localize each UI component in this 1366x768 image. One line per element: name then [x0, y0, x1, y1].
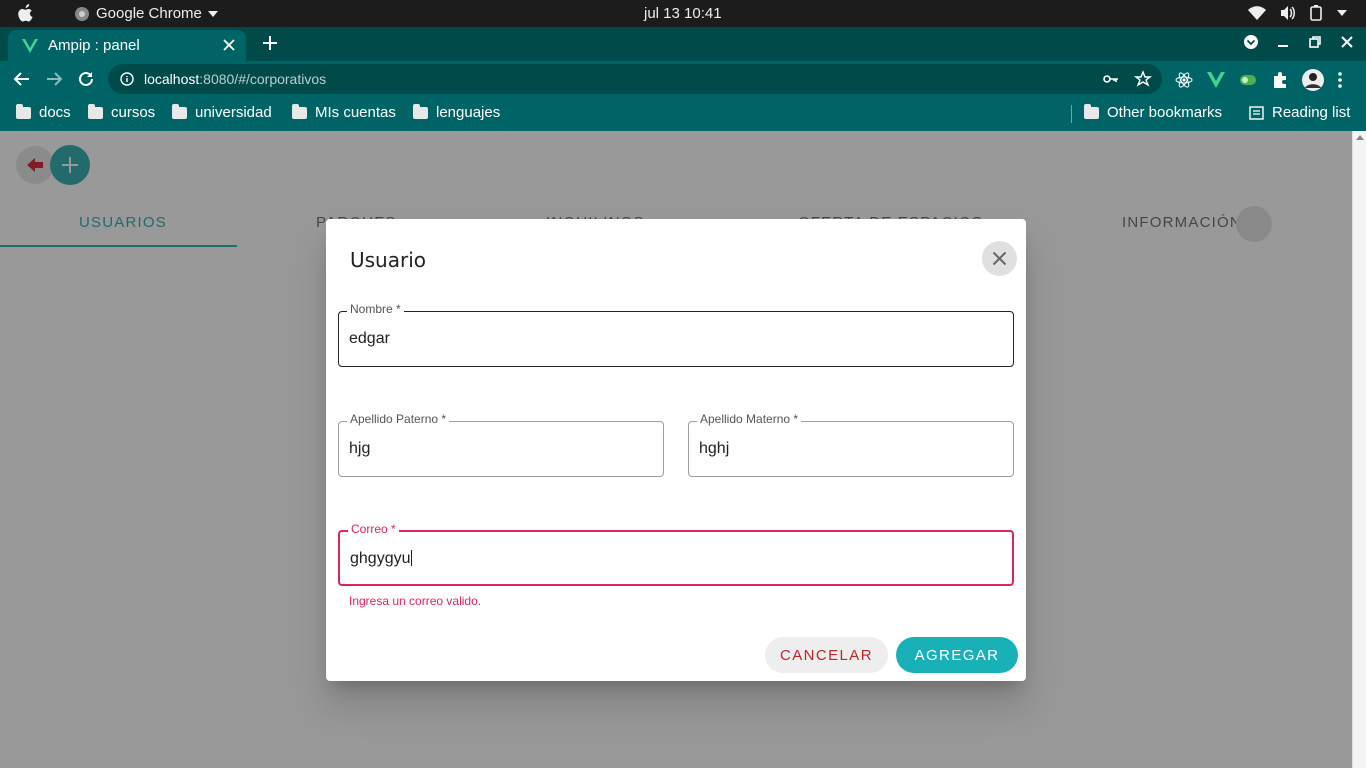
page-scrollbar[interactable] — [1352, 131, 1366, 768]
reading-list[interactable]: Reading list — [1249, 104, 1350, 121]
site-info-icon[interactable] — [120, 72, 134, 86]
apellido-materno-value: hghj — [699, 440, 730, 457]
nombre-field[interactable]: Nombre * edgar — [338, 302, 1014, 367]
nombre-label: Nombre * — [347, 302, 404, 316]
address-bar[interactable]: localhost:8080/#/corporativos — [108, 64, 1162, 94]
restore-icon[interactable] — [1306, 33, 1324, 51]
volume-icon — [1281, 6, 1295, 20]
apple-icon[interactable] — [18, 4, 34, 22]
bookmark-lenguajes[interactable]: lenguajes — [413, 103, 501, 121]
folder-icon — [88, 103, 103, 119]
correo-field[interactable]: Correo * ghgygyu — [338, 522, 1014, 586]
bookmark-label: docs — [39, 104, 71, 121]
url-host: localhost — [144, 71, 200, 87]
bookmark-label: MIs cuentas — [315, 104, 396, 121]
react-devtools-icon[interactable] — [1174, 70, 1194, 90]
star-icon[interactable] — [1134, 70, 1152, 88]
dialog-close-button[interactable] — [982, 241, 1017, 276]
kebab-menu-icon[interactable] — [1336, 70, 1344, 90]
add-user-button[interactable]: AGREGAR — [896, 637, 1018, 673]
wifi-icon — [1248, 6, 1266, 20]
reload-icon[interactable] — [76, 69, 96, 89]
folder-icon — [1084, 103, 1099, 119]
bookmarks-divider — [1071, 105, 1072, 123]
bookmark-docs[interactable]: docs — [16, 103, 71, 121]
bookmark-cursos[interactable]: cursos — [88, 103, 156, 121]
puzzle-icon[interactable] — [1270, 70, 1290, 90]
profile-avatar-icon[interactable] — [1302, 69, 1324, 91]
scroll-up-icon[interactable] — [1356, 135, 1364, 140]
minimize-icon[interactable] — [1274, 33, 1292, 51]
vue-devtools-icon[interactable] — [1206, 70, 1226, 90]
window-controls — [1242, 33, 1356, 51]
nombre-value: edgar — [349, 330, 390, 347]
bookmark-label: universidad — [195, 104, 272, 121]
active-app-name: Google Chrome — [96, 5, 202, 22]
dialog-title: Usuario — [350, 248, 427, 272]
caret-down-icon — [207, 10, 218, 17]
correo-error-message: Ingresa un correo valido. — [349, 594, 482, 608]
folder-icon — [16, 103, 31, 119]
system-tray[interactable] — [1248, 5, 1348, 21]
browser-toolbar: localhost:8080/#/corporativos — [0, 61, 1366, 97]
system-clock[interactable]: jul 13 10:41 — [644, 5, 722, 22]
correo-label: Correo * — [348, 522, 399, 536]
forward-arrow-icon[interactable] — [44, 69, 64, 89]
reading-list-icon — [1249, 105, 1264, 120]
tab-search-icon[interactable] — [1242, 33, 1260, 51]
bookmark-label: lenguajes — [436, 104, 501, 121]
key-icon[interactable] — [1102, 70, 1120, 88]
close-tab-icon[interactable] — [220, 36, 238, 54]
correo-input[interactable]: ghgygyu — [350, 550, 412, 568]
url-path: :8080/#/corporativos — [199, 71, 327, 87]
apellido-materno-field[interactable]: Apellido Materno * hghj — [688, 412, 1014, 477]
cancel-button[interactable]: CANCELAR — [765, 637, 888, 673]
folder-icon — [292, 103, 307, 119]
apellido-paterno-value: hjg — [349, 440, 371, 457]
folder-icon — [413, 103, 428, 119]
correo-value: ghgygyu — [350, 550, 411, 567]
vue-logo-icon — [22, 38, 38, 53]
other-bookmarks-label: Other bookmarks — [1107, 104, 1223, 121]
close-icon — [992, 251, 1007, 266]
apellido-paterno-label: Apellido Paterno * — [347, 412, 450, 426]
bookmark-mis-cuentas[interactable]: MIs cuentas — [292, 103, 396, 121]
apellido-materno-label: Apellido Materno * — [697, 412, 802, 426]
user-dialog: Usuario Nombre * edgar Apellido Paterno … — [326, 219, 1026, 681]
bookmark-universidad[interactable]: universidad — [172, 103, 272, 121]
battery-icon — [1310, 5, 1322, 21]
browser-tab[interactable]: Ampip : panel — [8, 30, 246, 61]
back-arrow-icon[interactable] — [12, 69, 32, 89]
caret-down-icon — [1337, 10, 1347, 16]
bookmarks-bar: docs cursos universidad MIs cuentas leng… — [0, 97, 1366, 131]
bookmark-label: cursos — [111, 104, 156, 121]
close-window-icon[interactable] — [1338, 33, 1356, 51]
omnibox-actions — [1102, 70, 1152, 88]
apellido-paterno-field[interactable]: Apellido Paterno * hjg — [338, 412, 664, 477]
new-tab-icon[interactable] — [260, 33, 280, 53]
extensions-area — [1174, 69, 1344, 91]
text-caret — [410, 550, 412, 566]
chrome-icon — [75, 6, 89, 21]
browser-tab-strip: Ampip : panel — [0, 27, 1366, 61]
folder-icon — [172, 103, 187, 119]
reading-list-label: Reading list — [1272, 104, 1351, 121]
browser-tab-title: Ampip : panel — [48, 37, 140, 54]
os-top-bar: Google Chrome jul 13 10:41 — [0, 0, 1366, 27]
extension-badge-icon[interactable] — [1238, 70, 1258, 90]
active-app-menu[interactable]: Google Chrome — [74, 5, 218, 22]
other-bookmarks[interactable]: Other bookmarks — [1084, 103, 1223, 121]
